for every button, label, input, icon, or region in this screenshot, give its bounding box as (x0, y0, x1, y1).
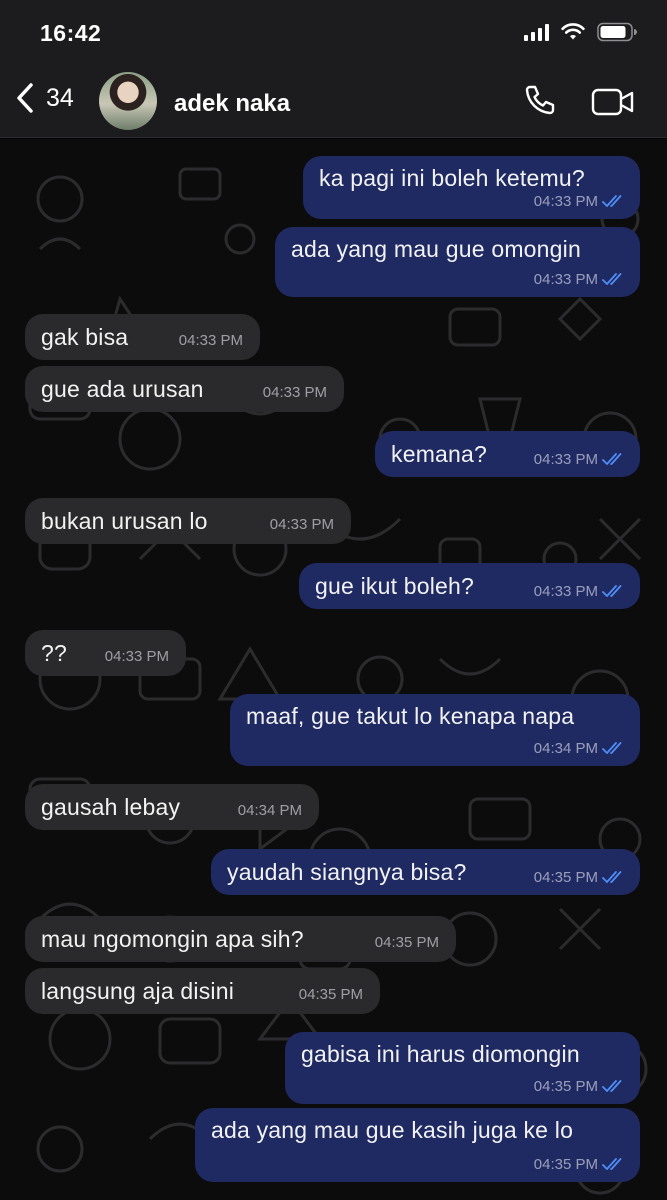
message-time: 04:33 PM (533, 583, 598, 600)
read-receipt-icon (602, 585, 622, 597)
incoming-message[interactable]: gue ada urusan 04:33 PM (25, 366, 344, 412)
outgoing-message[interactable]: maaf, gue takut lo kenapa napa 04:34 PM (230, 694, 640, 766)
unread-count: 34 (46, 83, 74, 112)
message-time: 04:33 PM (269, 516, 334, 533)
message-time: 04:35 PM (533, 1156, 598, 1173)
message-text: langsung aja disini (41, 978, 235, 1004)
message-text: kemana? (391, 441, 488, 467)
incoming-message[interactable]: gausah lebay 04:34 PM (25, 784, 319, 830)
incoming-message[interactable]: mau ngomongin apa sih? 04:35 PM (25, 916, 456, 962)
message-time: 04:35 PM (298, 986, 363, 1003)
incoming-message[interactable]: bukan urusan lo 04:33 PM (25, 498, 351, 544)
message-time: 04:33 PM (533, 193, 598, 210)
read-receipt-icon (602, 742, 622, 754)
message-time: 04:35 PM (533, 1078, 598, 1095)
message-time: 04:34 PM (237, 802, 302, 819)
message-text: mau ngomongin apa sih? (41, 926, 304, 952)
outgoing-message[interactable]: ka pagi ini boleh ketemu? 04:33 PM (303, 156, 640, 219)
outgoing-message[interactable]: yaudah siangnya bisa? 04:35 PM (211, 849, 640, 895)
status-bar: 16:42 (0, 0, 667, 68)
status-icons (524, 22, 637, 42)
read-receipt-icon (602, 871, 622, 883)
message-time: 04:33 PM (178, 332, 243, 349)
status-time: 16:42 (40, 20, 102, 46)
signal-icon (524, 23, 549, 41)
message-time: 04:33 PM (533, 451, 598, 468)
wifi-icon (561, 23, 585, 40)
message-time: 04:35 PM (533, 869, 598, 886)
back-button[interactable]: 34 (14, 82, 74, 114)
read-receipt-icon (602, 1158, 622, 1170)
message-time: 04:34 PM (533, 740, 598, 757)
chat-header: 34 adek naka (0, 68, 667, 138)
outgoing-message[interactable]: gue ikut boleh? 04:33 PM (299, 563, 640, 609)
outgoing-message[interactable]: kemana? 04:33 PM (375, 431, 640, 477)
message-time: 04:35 PM (374, 934, 439, 951)
read-receipt-icon (602, 195, 622, 207)
back-chevron-icon (17, 83, 33, 113)
message-text: maaf, gue takut lo kenapa napa (246, 703, 575, 729)
message-text: ada yang mau gue kasih juga ke lo (211, 1117, 574, 1143)
battery-icon (597, 22, 637, 42)
message-list: ka pagi ini boleh ketemu? 04:33 PM ada yan… (0, 139, 667, 1200)
message-text: yaudah siangnya bisa? (227, 859, 467, 885)
message-time: 04:33 PM (262, 384, 327, 401)
incoming-message[interactable]: langsung aja disini 04:35 PM (25, 968, 380, 1014)
phone-icon[interactable] (522, 84, 556, 118)
chat-area[interactable]: ka pagi ini boleh ketemu? 04:33 PM ada yan… (0, 139, 667, 1200)
outgoing-message[interactable]: gabisa ini harus diomongin 04:35 PM (285, 1032, 640, 1104)
outgoing-message[interactable]: ada yang mau gue kasih juga ke lo 04:35 P… (195, 1108, 640, 1182)
read-receipt-icon (602, 273, 622, 285)
read-receipt-icon (602, 1080, 622, 1092)
message-text: gue ada urusan (41, 376, 204, 402)
message-text: gak bisa (41, 324, 129, 350)
video-camera-icon[interactable] (591, 88, 635, 116)
message-text: ada yang mau gue omongin (291, 236, 581, 262)
incoming-message[interactable]: gak bisa 04:33 PM (25, 314, 260, 360)
contact-name[interactable]: adek naka (174, 90, 290, 118)
message-text: gausah lebay (41, 794, 181, 820)
message-text: bukan urusan lo (41, 508, 208, 534)
avatar[interactable] (99, 72, 157, 130)
message-text: ka pagi ini boleh ketemu? (319, 165, 585, 191)
message-text: gabisa ini harus diomongin (301, 1041, 580, 1067)
incoming-message[interactable]: ?? 04:33 PM (25, 630, 186, 676)
outgoing-message[interactable]: ada yang mau gue omongin 04:33 PM (275, 227, 640, 297)
message-time: 04:33 PM (104, 648, 169, 665)
read-receipt-icon (602, 453, 622, 465)
message-text: gue ikut boleh? (315, 573, 475, 599)
message-text: ?? (41, 640, 67, 666)
message-time: 04:33 PM (533, 271, 598, 288)
